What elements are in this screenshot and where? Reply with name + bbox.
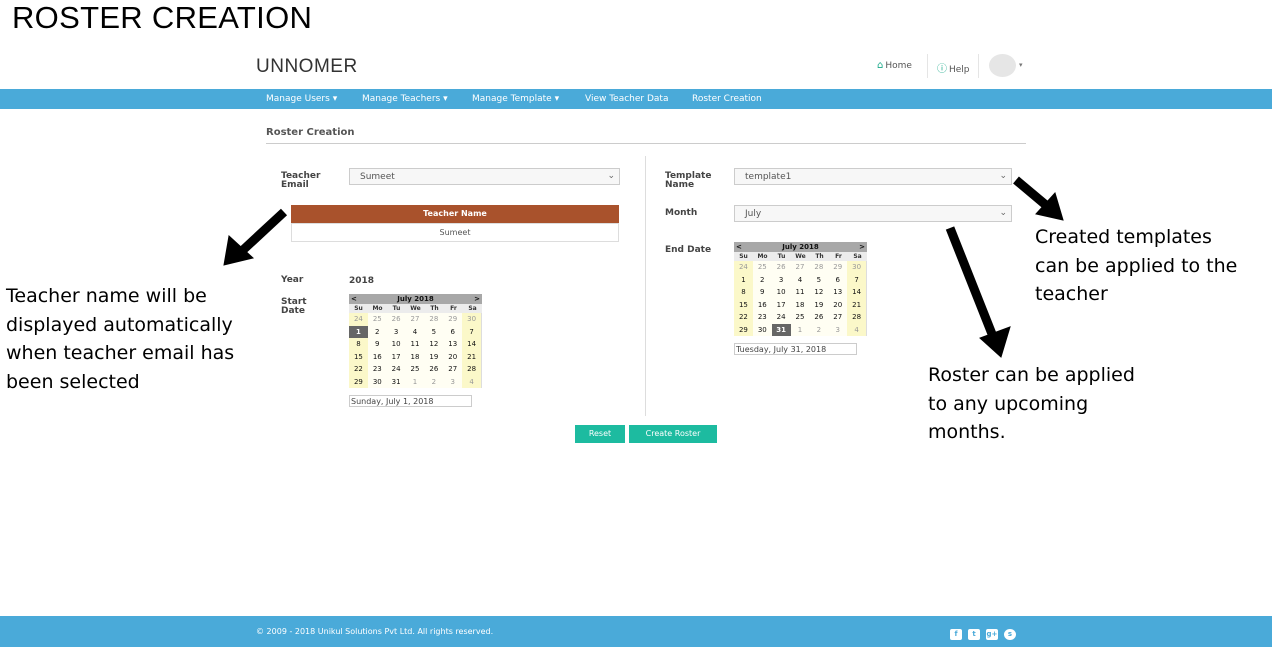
- annotation-line: can be applied to the: [1035, 254, 1238, 277]
- google-plus-icon[interactable]: g+: [986, 629, 998, 640]
- annotation-line: teacher: [1035, 283, 1108, 305]
- annotation-line: displayed automatically: [6, 313, 233, 336]
- skype-icon[interactable]: s: [1004, 629, 1016, 640]
- annotation-line: Created templates: [1035, 226, 1212, 248]
- footer: [0, 616, 1272, 647]
- footer-copyright: © 2009 - 2018 Unikul Solutions Pvt Ltd. …: [256, 627, 494, 636]
- annotation-teacher-name: Teacher name will be displayed automatic…: [6, 282, 234, 396]
- annotation-line: Roster can be applied: [928, 364, 1135, 386]
- twitter-icon[interactable]: t: [968, 629, 980, 640]
- annotation-line: been selected: [6, 370, 140, 393]
- arrow-icon: [945, 226, 1011, 358]
- annotation-line: months.: [928, 421, 1006, 443]
- annotation-line: to any upcoming: [928, 392, 1089, 415]
- arrow-icon: [223, 208, 288, 266]
- annotation-line: Teacher name will be: [6, 285, 207, 307]
- annotation-line: when teacher email has: [6, 342, 235, 364]
- annotation-roster: Roster can be applied to any upcoming mo…: [928, 361, 1135, 447]
- facebook-icon[interactable]: f: [950, 629, 962, 640]
- arrow-icon: [1013, 176, 1064, 221]
- annotation-templates: Created templates can be applied to the …: [1035, 223, 1237, 309]
